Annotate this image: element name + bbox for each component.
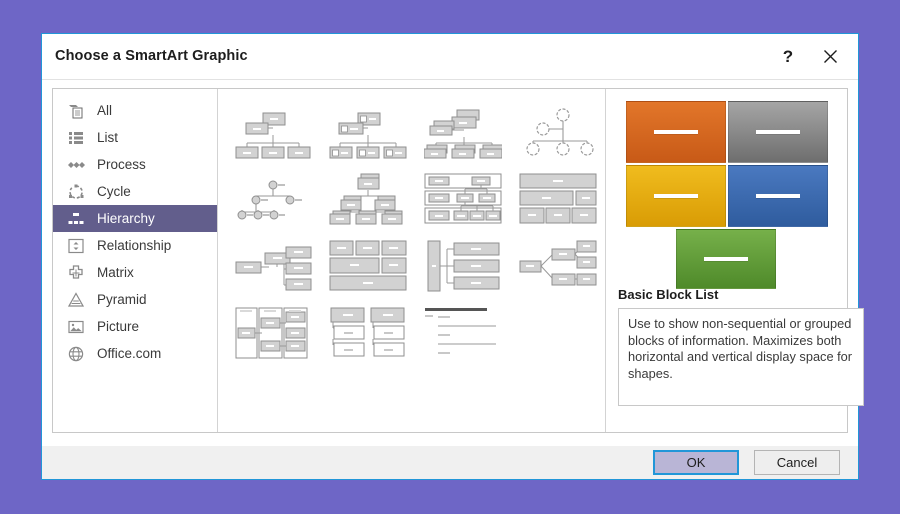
cancel-button[interactable]: Cancel: [754, 450, 840, 475]
block-dash: [654, 130, 698, 134]
preview-block-yellow: [626, 165, 726, 227]
layout-thumbnail-half-circle-organization-chart[interactable]: [422, 101, 504, 163]
layout-thumbnail-architecture-layout[interactable]: [327, 235, 409, 297]
preview-title: Basic Block List: [618, 287, 719, 302]
block-dash: [704, 257, 748, 261]
globe-icon: [65, 346, 87, 362]
preview-block-orange: [626, 101, 726, 163]
layout-thumbnail-horizontal-hierarchy[interactable]: [422, 168, 504, 230]
sidebar-item-cycle[interactable]: Cycle: [53, 178, 217, 205]
sidebar-item-label: Process: [97, 157, 146, 172]
matrix-icon: [65, 264, 87, 281]
sidebar-item-hierarchy[interactable]: Hierarchy: [53, 205, 217, 232]
sidebar-item-list[interactable]: List: [53, 124, 217, 151]
sidebar-item-label: Cycle: [97, 184, 131, 199]
layout-thumbnail-organization-chart[interactable]: [232, 101, 314, 163]
dialog-titlebar: Choose a SmartArt Graphic ?: [42, 34, 858, 80]
layout-gallery[interactable]: [218, 89, 606, 432]
layout-thumbnail-horizontal-organization-chart[interactable]: [422, 302, 504, 364]
sidebar-item-label: Office.com: [97, 346, 162, 361]
sidebar-item-label: List: [97, 130, 119, 145]
block-dash: [756, 130, 800, 134]
layout-thumbnail-horizontal-multi-level[interactable]: [517, 235, 599, 297]
cycle-icon: [65, 184, 87, 200]
block-dash: [654, 194, 698, 198]
sidebar-item-label: Hierarchy: [97, 211, 155, 226]
sidebar-item-label: Matrix: [97, 265, 134, 280]
preview-panel: Basic Block List Use to show non-sequent…: [606, 89, 876, 432]
preview-blocks: [618, 101, 864, 289]
layout-thumbnail-name-and-title-org-chart[interactable]: [327, 101, 409, 163]
preview-block-blue: [728, 165, 828, 227]
sidebar-item-relationship[interactable]: Relationship: [53, 232, 217, 259]
picture-icon: [65, 319, 87, 335]
smartart-dialog: Choose a SmartArt Graphic ? All List Pro…: [41, 33, 864, 480]
layout-thumbnail-hierarchy[interactable]: [327, 168, 409, 230]
sidebar-item-label: Pyramid: [97, 292, 147, 307]
layout-thumbnail-horizontal-labeled-hierarchy[interactable]: [232, 235, 314, 297]
sidebar-item-label: Picture: [97, 319, 140, 334]
dialog-content: All List Process Cycle Hierarchy Relatio…: [42, 80, 864, 448]
dialog-footer: OK Cancel: [42, 445, 858, 479]
block-dash: [756, 194, 800, 198]
layout-thumbnail-picture-org-chart[interactable]: [327, 302, 409, 364]
layout-grid: [232, 101, 599, 367]
sidebar-item-picture[interactable]: Picture: [53, 313, 217, 340]
list-icon: [65, 130, 87, 146]
relationship-icon: [65, 238, 87, 254]
panels: All List Process Cycle Hierarchy Relatio…: [52, 88, 864, 433]
sidebar-item-label: All: [97, 103, 113, 118]
dialog-title: Choose a SmartArt Graphic: [55, 48, 248, 64]
sidebar-item-process[interactable]: Process: [53, 151, 217, 178]
preview-block-green: [676, 229, 776, 289]
process-icon: [65, 157, 87, 173]
layout-thumbnail-circle-picture-hierarchy[interactable]: [517, 101, 599, 163]
sidebar-item-matrix[interactable]: Matrix: [53, 259, 217, 286]
sidebar-item-label: Relationship: [97, 238, 172, 253]
pyramid-icon: [65, 291, 87, 308]
sidebar-item-pyramid[interactable]: Pyramid: [53, 286, 217, 313]
preview-description: Use to show non-sequential or grouped bl…: [618, 308, 864, 406]
help-icon[interactable]: ?: [768, 34, 808, 79]
category-sidebar: All List Process Cycle Hierarchy Relatio…: [53, 89, 218, 432]
sidebar-item-all[interactable]: All: [53, 97, 217, 124]
layout-thumbnail-labeled-hierarchy[interactable]: [232, 168, 314, 230]
ok-button[interactable]: OK: [653, 450, 739, 475]
layout-thumbnail-lined-list[interactable]: [232, 302, 314, 364]
close-icon[interactable]: [810, 34, 850, 79]
hierarchy-icon: [65, 211, 87, 227]
layout-thumbnail-hierarchy-list[interactable]: [422, 235, 504, 297]
layout-thumbnail-table-hierarchy[interactable]: [517, 168, 599, 230]
all-icon: [65, 103, 87, 119]
preview-block-gray: [728, 101, 828, 163]
sidebar-item-office-com[interactable]: Office.com: [53, 340, 217, 367]
